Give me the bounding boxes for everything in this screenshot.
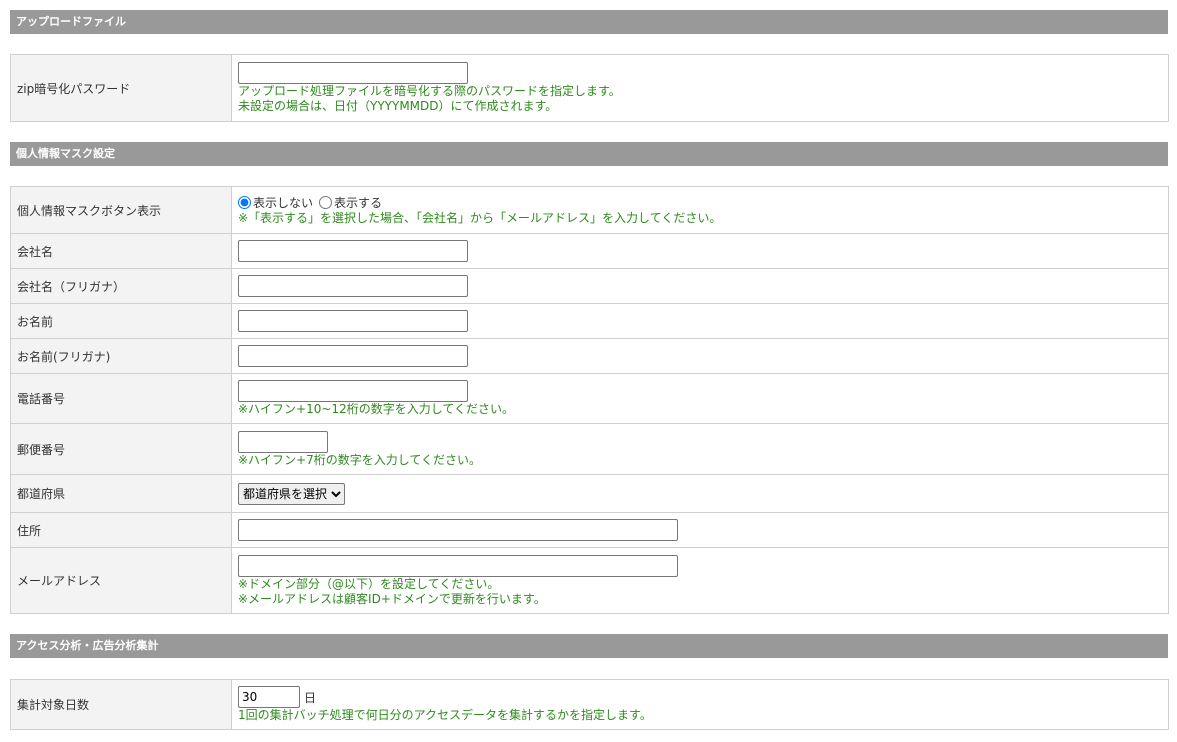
- zip-note-1: アップロード処理ファイルを暗号化する際のパスワードを指定します。: [238, 84, 621, 98]
- radio-hide[interactable]: 表示しない: [238, 196, 313, 210]
- address-label: 住所: [10, 512, 232, 548]
- mask-table: 個人情報マスクボタン表示 表示しない 表示する ※「表示する」を選択した場合、「会…: [10, 186, 1169, 614]
- company-kana-input[interactable]: [238, 275, 468, 297]
- address-input[interactable]: [238, 519, 678, 541]
- company-label: 会社名: [10, 233, 232, 269]
- name-input[interactable]: [238, 310, 468, 332]
- radio-show-input[interactable]: [319, 196, 333, 209]
- email-label: メールアドレス: [10, 547, 232, 614]
- table-row: 会社名: [10, 233, 1169, 269]
- prefecture-label: 都道府県: [10, 474, 232, 513]
- table-row: 会社名（フリガナ）: [10, 268, 1169, 304]
- radio-hide-label: 表示しない: [253, 196, 314, 210]
- section-header-access: アクセス分析・広告分析集計: [10, 634, 1168, 658]
- section-header-upload: アップロードファイル: [10, 10, 1168, 34]
- days-unit: 日: [304, 690, 317, 705]
- table-row: 個人情報マスクボタン表示 表示しない 表示する ※「表示する」を選択した場合、「会…: [10, 186, 1169, 234]
- table-row: お名前: [10, 303, 1169, 339]
- zip-note-2: 未設定の場合は、日付（YYYYMMDD）にて作成されます。: [238, 99, 558, 113]
- table-row: 住所: [10, 512, 1169, 548]
- table-row: zip暗号化パスワード アップロード処理ファイルを暗号化する際のパスワードを指定…: [10, 54, 1169, 122]
- table-row: 集計対象日数 日 1回の集計バッチ処理で何日分のアクセスデータを集計するかを指定…: [10, 679, 1169, 730]
- table-row: 郵便番号 ※ハイフン+7桁の数字を入力してください。: [10, 423, 1169, 475]
- upload-table: zip暗号化パスワード アップロード処理ファイルを暗号化する際のパスワードを指定…: [10, 54, 1169, 122]
- zip-label: 郵便番号: [10, 423, 232, 475]
- name-kana-label: お名前(フリガナ): [10, 338, 232, 374]
- table-row: 電話番号 ※ハイフン+10~12桁の数字を入力してください。: [10, 373, 1169, 424]
- days-label: 集計対象日数: [10, 679, 232, 730]
- name-label: お名前: [10, 303, 232, 339]
- access-table: 集計対象日数 日 1回の集計バッチ処理で何日分のアクセスデータを集計するかを指定…: [10, 679, 1169, 730]
- table-row: 都道府県 都道府県を選択: [10, 474, 1169, 513]
- table-row: メールアドレス ※ドメイン部分（@以下）を設定してください。 ※メールアドレスは顧客…: [10, 547, 1169, 614]
- zip-password-label: zip暗号化パスワード: [10, 54, 232, 122]
- email-note-1: ※ドメイン部分（@以下）を設定してください。: [238, 576, 500, 591]
- phone-note: ※ハイフン+10~12桁の数字を入力してください。: [238, 402, 514, 416]
- radio-hide-input[interactable]: [238, 196, 251, 209]
- mask-button-label: 個人情報マスクボタン表示: [10, 186, 232, 234]
- email-input[interactable]: [238, 554, 678, 577]
- phone-input[interactable]: [238, 380, 468, 402]
- radio-show[interactable]: 表示する: [319, 196, 382, 210]
- company-kana-label: 会社名（フリガナ）: [10, 268, 232, 304]
- zip-input[interactable]: [238, 430, 328, 453]
- table-row: お名前(フリガナ): [10, 338, 1169, 374]
- name-kana-input[interactable]: [238, 345, 468, 367]
- company-input[interactable]: [238, 240, 468, 262]
- prefecture-select[interactable]: 都道府県を選択: [238, 482, 345, 505]
- zip-password-input[interactable]: [238, 62, 468, 84]
- zip-note: ※ハイフン+7桁の数字を入力してください。: [238, 452, 482, 467]
- days-note: 1回の集計バッチ処理で何日分のアクセスデータを集計するかを指定します。: [238, 708, 652, 722]
- days-input[interactable]: [238, 686, 300, 708]
- radio-show-label: 表示する: [334, 196, 383, 210]
- section-header-mask: 個人情報マスク設定: [10, 142, 1168, 166]
- email-note-2: ※メールアドレスは顧客ID+ドメインで更新を行います。: [238, 591, 546, 606]
- mask-note: ※「表示する」を選択した場合、「会社名」から「メールアドレス」を入力してください…: [238, 211, 722, 225]
- phone-label: 電話番号: [10, 373, 232, 424]
